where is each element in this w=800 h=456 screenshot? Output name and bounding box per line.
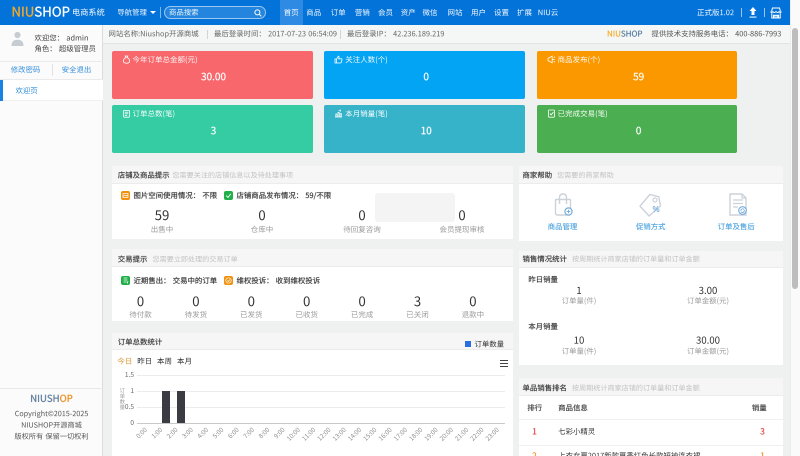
svg-text:%: % <box>653 205 660 214</box>
